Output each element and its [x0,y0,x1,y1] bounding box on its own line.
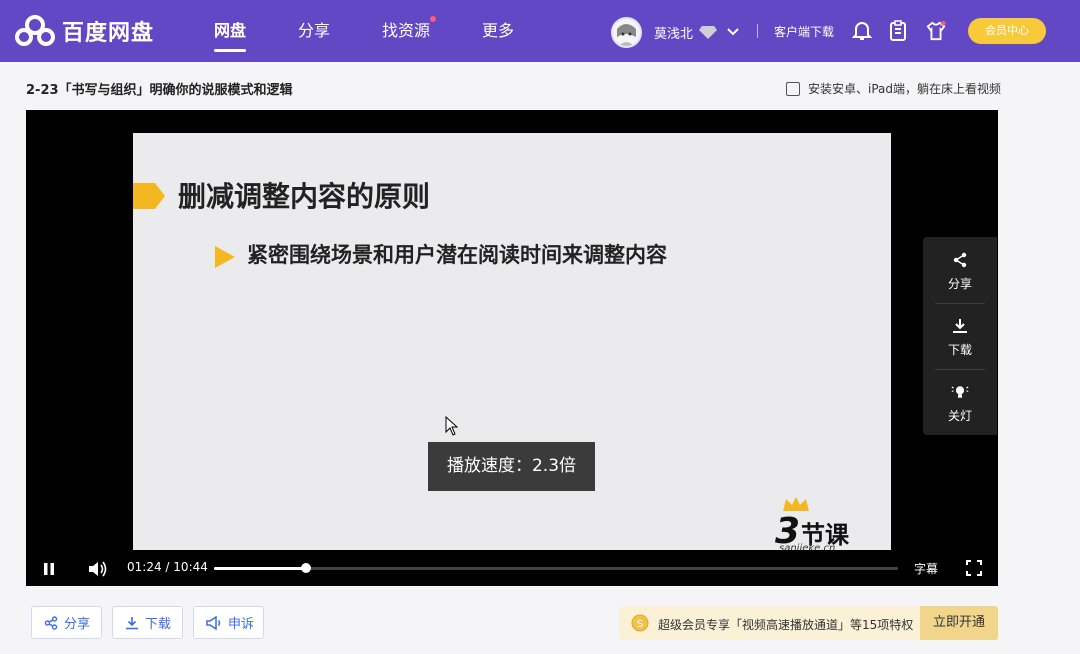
time-separator: / [165,560,170,574]
avatar[interactable] [611,16,642,48]
top-bar: 百度网盘 网盘 分享 找资源 更多 莫浅北 客户端下载 会员中心 [0,0,1080,62]
main-nav: 网盘 分享 找资源 更多 [214,0,566,62]
page-title: 2-23「书写与组织」明确你的说服模式和逻辑 [26,83,293,98]
vip-center-button[interactable]: 会员中心 [968,18,1046,44]
nav-share[interactable]: 分享 [298,0,330,62]
clipboard-icon[interactable] [888,20,908,42]
slide-bullet-text: 紧密围绕场景和用户潜在阅读时间来调整内容 [247,243,667,267]
video-frame: 删减调整内容的原则 紧密围绕场景和用户潜在阅读时间来调整内容 3 节课 sanj… [133,133,891,563]
current-time: 01:24 [127,560,162,574]
vip-promo-banner: S 超级会员专享「视频高速播放通道」等15项特权 立即开通 [619,606,998,640]
side-lights-off-label: 关灯 [947,409,972,423]
report-button[interactable]: 申诉 [193,606,264,639]
brand-name: 百度网盘 [62,21,155,46]
cloud-logo-icon [15,15,55,46]
nav-netdisk[interactable]: 网盘 [214,0,247,62]
header-divider [757,24,758,38]
progress-handle[interactable] [300,563,311,573]
slide-heading: 删减调整内容的原则 [178,180,431,213]
nav-more[interactable]: 更多 [482,0,514,62]
player-side-panel: 分享 下载 关灯 [923,237,997,435]
megaphone-icon [206,615,221,630]
activate-now-button[interactable]: 立即开通 [920,606,998,640]
volume-icon[interactable] [88,560,108,578]
bell-icon[interactable] [852,20,872,42]
baidu-netdisk-logo[interactable]: 百度网盘 [14,14,174,48]
lightbulb-icon [951,386,969,398]
duration: 10:44 [173,560,208,574]
progress-played [214,567,306,570]
time-display: 01:24 / 10:44 [127,560,208,574]
nav-find-resources[interactable]: 找资源 [382,0,437,62]
share-button-label: 分享 [64,617,91,632]
tshirt-icon[interactable] [926,20,946,42]
download-button[interactable]: 下载 [112,606,183,639]
user-menu[interactable]: 莫浅北 [611,16,739,48]
install-hint-text: 安装安卓、iPad端，躺在床上看视频 [808,82,1002,96]
slide-marker-icon [133,183,165,209]
chevron-down-icon[interactable] [727,28,739,36]
side-lights-off-button[interactable]: 关灯 [923,369,997,435]
share-button[interactable]: 分享 [31,606,102,639]
avatar-image-icon [613,18,640,46]
playback-speed-tooltip: 播放速度：2.3倍 [428,442,595,491]
svip-coin-icon: S [631,614,649,632]
mouse-cursor-icon [445,416,459,436]
download-button-label: 下载 [145,617,172,632]
download-icon [953,319,967,333]
install-checkbox-icon[interactable] [786,81,800,96]
subtitle-button[interactable]: 字幕 [914,560,938,577]
side-download-label: 下载 [947,343,972,357]
client-download-link[interactable]: 客户端下载 [774,23,834,40]
pause-icon[interactable] [42,562,56,576]
svg-text:S: S [637,619,643,630]
diamond-icon [699,26,718,39]
report-button-label: 申诉 [228,617,255,632]
sanjieke-watermark: 3 节课 sanjieke.cn [775,497,885,557]
side-download-button[interactable]: 下载 [923,303,997,369]
side-share-label: 分享 [947,277,972,291]
crown-icon [783,497,809,511]
install-app-hint[interactable]: 安装安卓、iPad端，躺在床上看视频 [786,80,1001,97]
player-control-bar: 01:24 / 10:44 字幕 [26,550,998,586]
download-icon [126,616,138,629]
bullet-triangle-icon [215,246,235,268]
promo-text: 超级会员专享「视频高速播放通道」等15项特权 [658,618,914,632]
notification-dot [430,16,437,22]
share-icon [953,252,967,268]
share-icon [44,615,58,630]
fullscreen-icon[interactable] [966,560,982,576]
side-share-button[interactable]: 分享 [923,237,997,303]
user-name: 莫浅北 [654,26,694,42]
video-player[interactable]: 删减调整内容的原则 紧密围绕场景和用户潜在阅读时间来调整内容 3 节课 sanj… [26,110,998,586]
progress-bar[interactable] [214,563,898,573]
